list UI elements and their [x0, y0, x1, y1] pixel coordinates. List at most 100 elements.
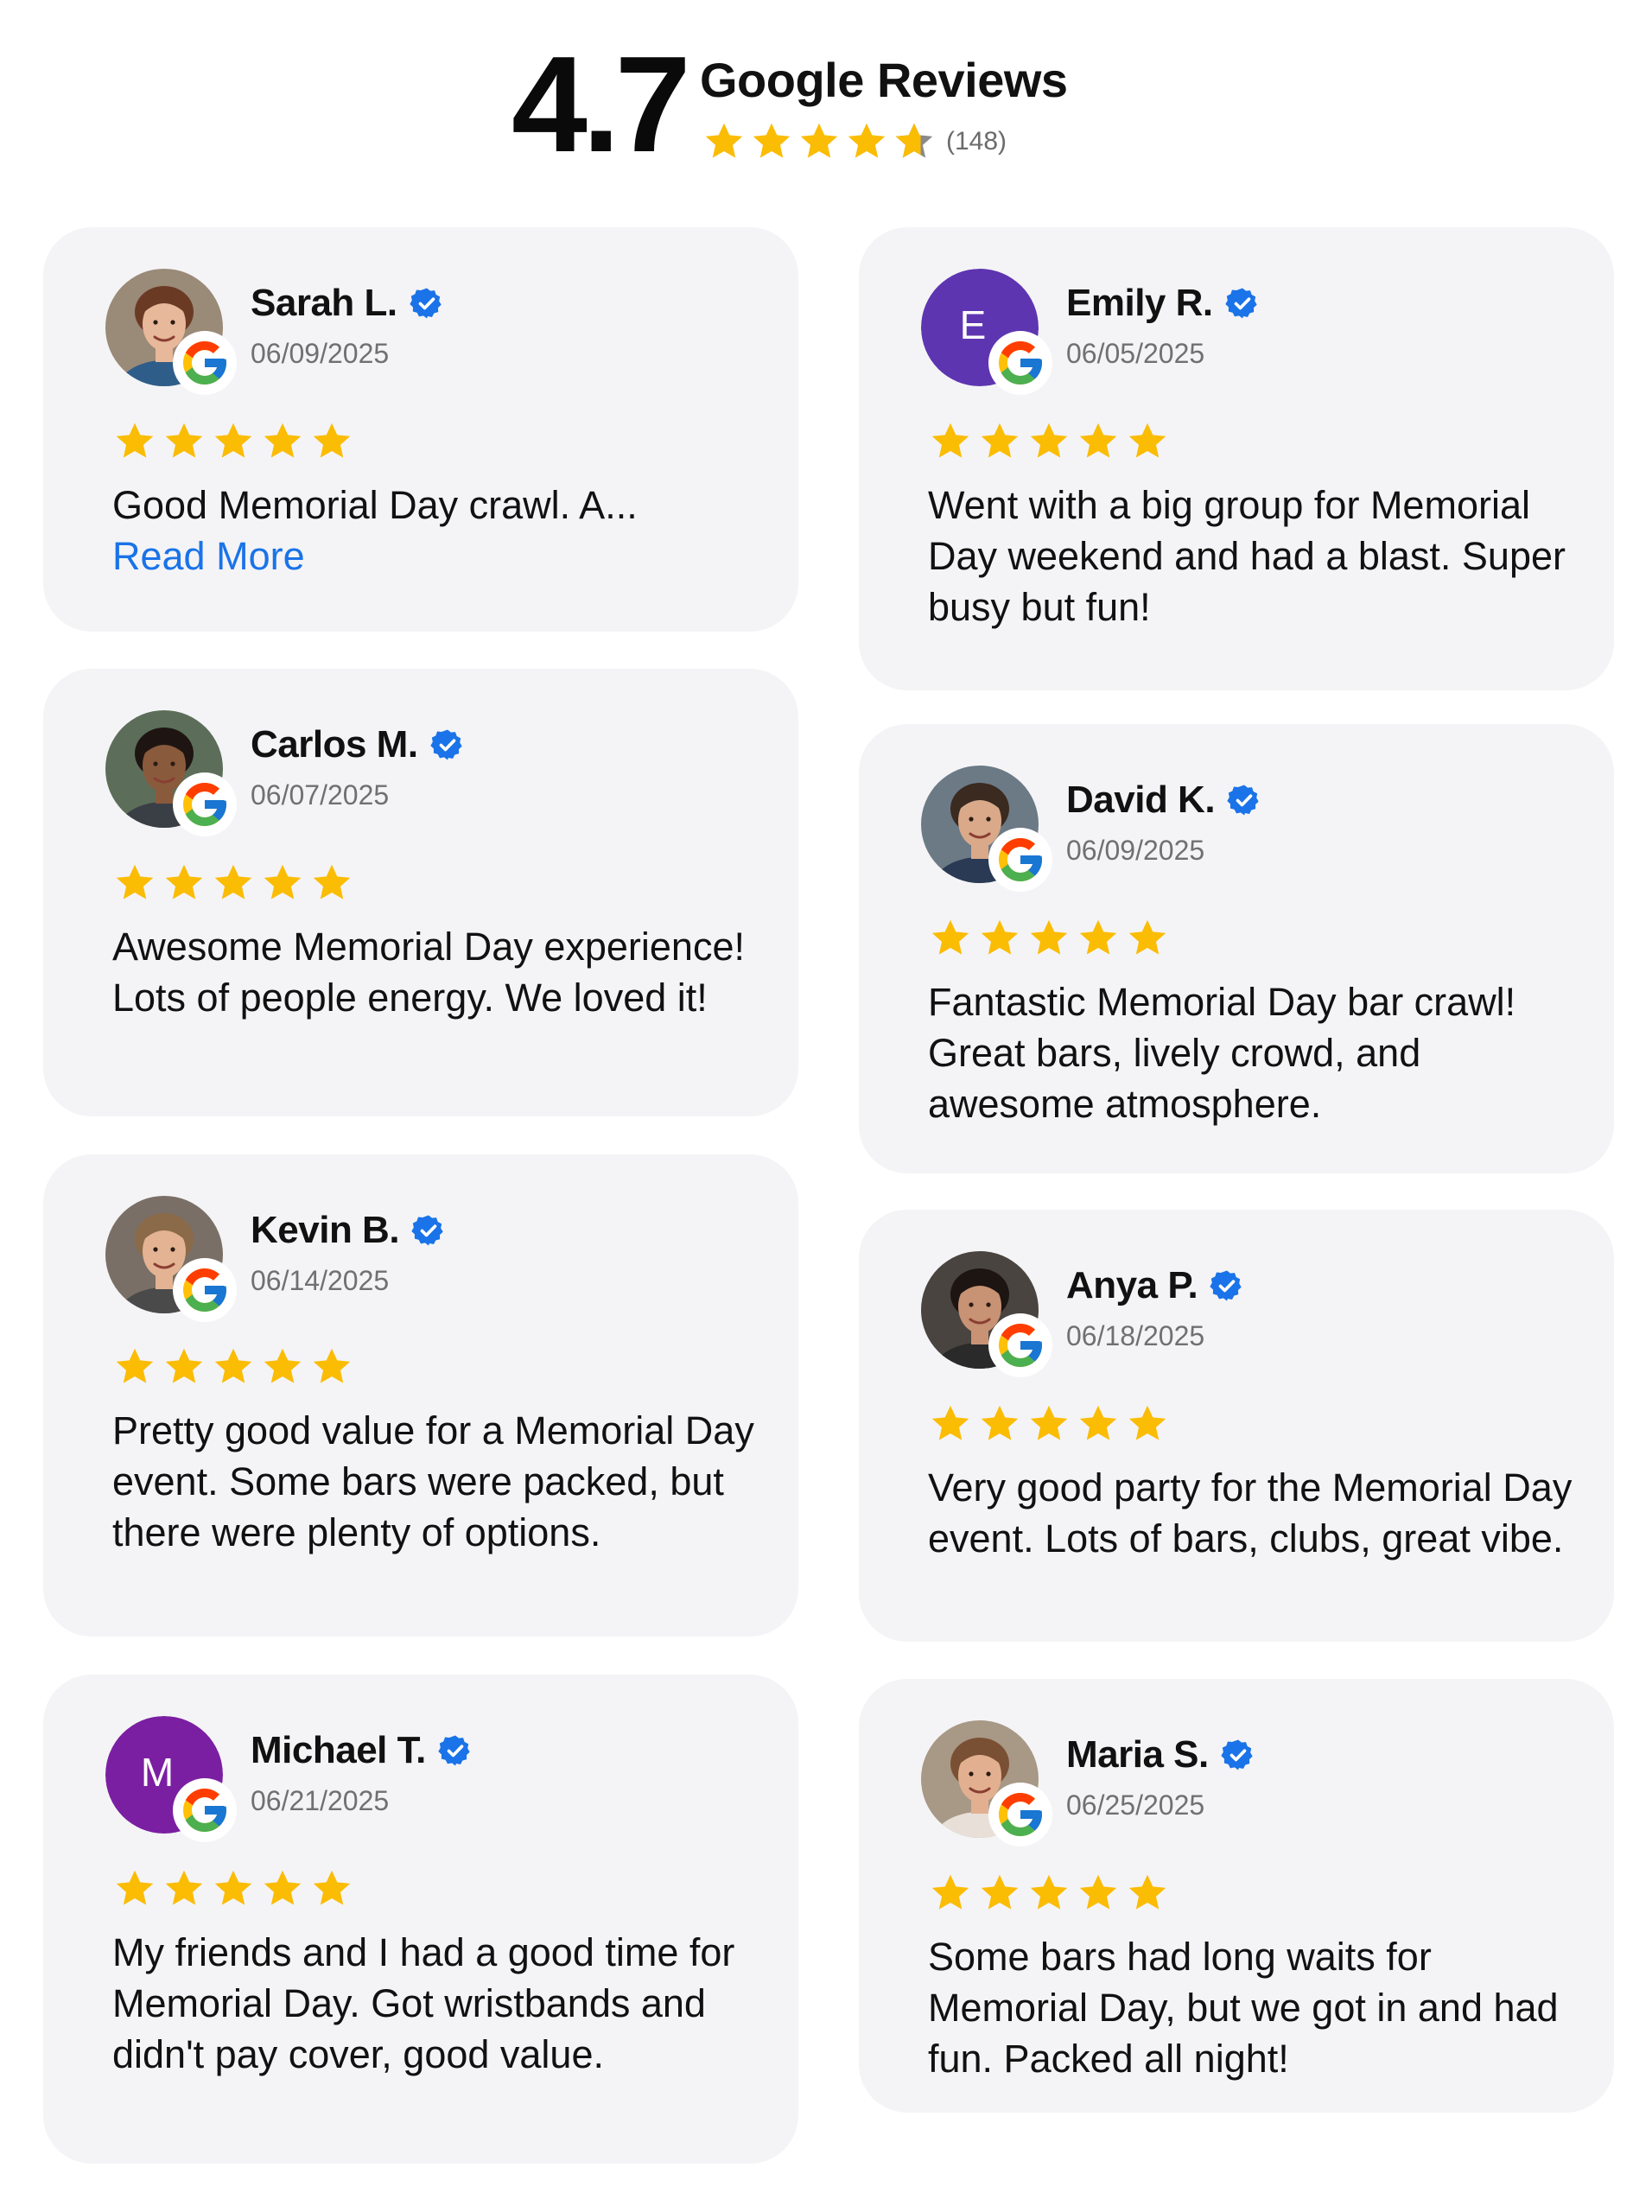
review-star-rating: [112, 1866, 354, 1911]
star-icon: [309, 419, 354, 464]
star-icon: [1026, 419, 1071, 464]
overall-star-rating: (148): [702, 118, 1007, 166]
reviewer-name-row: Emily R.: [1066, 284, 1260, 322]
google-icon: [988, 1313, 1052, 1377]
header-title: Google Reviews: [700, 53, 1068, 107]
review-date: 06/07/2025: [251, 779, 390, 810]
star-icon: [162, 1866, 206, 1911]
star-icon: [260, 1866, 305, 1911]
star-icon: [162, 861, 206, 906]
google-icon: [988, 1783, 1052, 1847]
star-icon: [112, 1344, 157, 1389]
review-date: 06/21/2025: [251, 1785, 390, 1816]
review-star-rating: [928, 1871, 1170, 1916]
star-icon: [1026, 1871, 1071, 1916]
review-date: 06/25/2025: [1066, 1789, 1205, 1821]
star-icon: [1076, 419, 1121, 464]
star-icon: [977, 916, 1022, 961]
header-star-icon: [844, 119, 889, 164]
star-icon: [928, 916, 973, 961]
reviewer-avatar: [105, 1196, 237, 1322]
star-icon: [977, 1402, 1022, 1446]
reviewer-name: David K.: [1066, 779, 1216, 821]
star-icon: [162, 419, 206, 464]
star-icon: [1125, 1402, 1170, 1446]
review-star-rating: [928, 419, 1170, 464]
star-icon: [1076, 1402, 1121, 1446]
verified-badge-icon: [1227, 783, 1261, 817]
star-icon: [1125, 916, 1170, 961]
star-icon: [928, 419, 973, 464]
star-icon: [1026, 916, 1071, 961]
star-icon: [1125, 419, 1170, 464]
review-date: 06/14/2025: [251, 1265, 390, 1296]
google-icon: [173, 1778, 237, 1842]
star-icon: [260, 419, 305, 464]
reviewer-avatar: [921, 1251, 1052, 1377]
star-icon: [260, 861, 305, 906]
read-more-link[interactable]: Read More: [112, 531, 305, 582]
star-icon: [112, 419, 157, 464]
review-text: Went with a big group for Memorial Day w…: [928, 483, 1566, 629]
review-card: Carlos M. 06/07/2025 Awesome Memorial Day …: [43, 669, 798, 1116]
reviewer-name-row: Anya P.: [1066, 1267, 1244, 1305]
verified-badge-icon: [409, 286, 444, 321]
star-icon: [112, 861, 157, 906]
star-icon: [928, 1402, 973, 1446]
google-icon: [173, 772, 237, 836]
header-star-icon: [749, 119, 794, 164]
reviewer-avatar: [921, 766, 1052, 892]
review-card: Anya P. 06/18/2025 Very good party for the…: [859, 1210, 1614, 1642]
header-star-icon: [702, 119, 747, 164]
verified-badge-icon: [1210, 1268, 1244, 1303]
star-icon: [112, 1866, 157, 1911]
star-icon: [309, 1866, 354, 1911]
review-card: E Emily R. 06/05/2025 Went with a big group…: [859, 227, 1614, 690]
review-card: M Michael T. 06/21/2025 My friends and I ha…: [43, 1675, 798, 2164]
reviewer-name-row: Michael T.: [251, 1732, 473, 1770]
reviewer-name-row: Sarah L.: [251, 284, 444, 322]
google-icon: [173, 331, 237, 395]
google-icon: [988, 331, 1052, 395]
review-date: 06/18/2025: [1066, 1320, 1205, 1351]
reviewer-name: Carlos M.: [251, 723, 418, 766]
header-partial-star-icon: [892, 119, 937, 164]
star-icon: [309, 861, 354, 906]
star-icon: [211, 419, 256, 464]
star-icon: [977, 1871, 1022, 1916]
reviewer-name: Sarah L.: [251, 282, 397, 324]
star-icon: [309, 1344, 354, 1389]
review-date: 06/09/2025: [251, 338, 390, 369]
reviewer-name-row: Kevin B.: [251, 1211, 446, 1249]
review-star-rating: [112, 419, 354, 464]
star-icon: [1026, 1402, 1071, 1446]
reviewer-avatar: [921, 1720, 1052, 1847]
review-text: Some bars had long waits for Memorial Da…: [928, 1935, 1559, 2081]
review-text: Awesome Memorial Day experience! Lots of…: [112, 925, 745, 1020]
review-text: Very good party for the Memorial Day eve…: [928, 1465, 1573, 1560]
reviewer-name-row: Maria S.: [1066, 1736, 1255, 1774]
review-text: My friends and I had a good time for Mem…: [112, 1930, 735, 2076]
reviewer-avatar: E: [921, 269, 1052, 395]
review-date: 06/09/2025: [1066, 835, 1205, 866]
review-date: 06/05/2025: [1066, 338, 1205, 369]
review-card: Maria S. 06/25/2025 Some bars had long wai…: [859, 1679, 1614, 2113]
star-icon: [162, 1344, 206, 1389]
reviewer-name: Maria S.: [1066, 1733, 1209, 1776]
reviewer-name: Anya P.: [1066, 1264, 1198, 1306]
star-icon: [928, 1871, 973, 1916]
verified-badge-icon: [411, 1213, 446, 1248]
reviews-header: 4.7 Google Reviews (148): [0, 0, 1652, 173]
star-icon: [977, 419, 1022, 464]
review-text: Pretty good value for a Memorial Day eve…: [112, 1408, 754, 1554]
review-card: Kevin B. 06/14/2025 Pretty good value for …: [43, 1154, 798, 1637]
review-count: (148): [946, 127, 1007, 156]
header-star-icon: [797, 119, 842, 164]
star-icon: [211, 1866, 256, 1911]
reviewer-avatar: [105, 269, 237, 395]
review-star-rating: [928, 916, 1170, 961]
review-star-rating: [928, 1402, 1170, 1446]
reviewer-avatar: [105, 710, 237, 836]
review-card: Sarah L. 06/09/2025 Good Memorial Day craw…: [43, 227, 798, 632]
review-text: Good Memorial Day crawl. A...: [112, 483, 638, 527]
